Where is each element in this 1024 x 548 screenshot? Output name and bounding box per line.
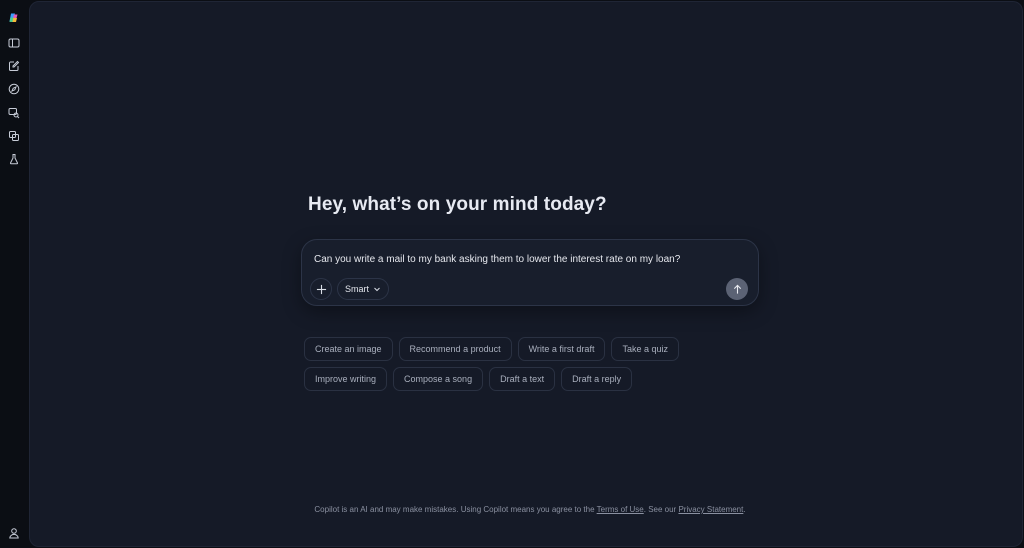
compose-icon: [9, 60, 20, 71]
new-chat-button[interactable]: [4, 56, 24, 76]
flask-icon: [9, 154, 19, 165]
toggle-sidebar-button[interactable]: [4, 33, 24, 53]
add-attachment-button[interactable]: [310, 278, 332, 300]
compass-icon: [8, 83, 20, 95]
suggestion-chip[interactable]: Recommend a product: [398, 337, 512, 361]
labs-button[interactable]: [4, 149, 24, 169]
sidebar: [0, 0, 28, 548]
terms-of-use-link[interactable]: Terms of Use: [597, 505, 644, 514]
disclaimer-text-middle: . See our: [643, 505, 679, 514]
chevron-down-icon: [374, 287, 380, 292]
suggestion-chip[interactable]: Draft a text: [489, 367, 556, 391]
mode-selector[interactable]: Smart: [337, 278, 390, 300]
copilot-logo-button[interactable]: [4, 8, 24, 28]
copilot-logo-icon: [9, 13, 18, 22]
disclaimer-footer: Copilot is an AI and may make mistakes. …: [280, 504, 780, 516]
page-title: Hey, what’s on your mind today?: [308, 194, 607, 215]
composer: Can you write a mail to my bank asking t…: [301, 239, 759, 306]
suggestion-chips: Create an image Recommend a product Writ…: [304, 337, 764, 397]
suggestion-chip[interactable]: Compose a song: [393, 367, 484, 391]
suggestion-chip[interactable]: Write a first draft: [517, 337, 606, 361]
suggestion-chip[interactable]: Draft a reply: [561, 367, 633, 391]
suggestion-row-1: Create an image Recommend a product Writ…: [304, 337, 764, 361]
user-icon: [9, 528, 19, 539]
disclaimer-text: Copilot is an AI and may make mistakes. …: [314, 505, 597, 514]
suggestion-chip[interactable]: Create an image: [304, 337, 393, 361]
suggestion-chip[interactable]: Improve writing: [304, 367, 388, 391]
suggestion-row-2: Improve writing Compose a song Draft a t…: [304, 367, 764, 391]
send-button[interactable]: [726, 278, 748, 300]
arrow-up-icon: [733, 284, 741, 294]
plus-icon: [316, 284, 326, 294]
mode-label: Smart: [345, 284, 370, 294]
profile-button[interactable]: [4, 523, 24, 543]
suggestion-chip[interactable]: Take a quiz: [611, 337, 679, 361]
sidebar-panel-icon: [8, 38, 20, 48]
chat-search-icon: [8, 108, 20, 119]
pages-button[interactable]: [4, 126, 24, 146]
search-chats-button[interactable]: [4, 103, 24, 123]
privacy-statement-link[interactable]: Privacy Statement: [678, 505, 743, 514]
main-panel: Hey, what’s on your mind today? Can you …: [29, 1, 1023, 547]
discover-button[interactable]: [4, 79, 24, 99]
disclaimer-text-end: .: [743, 505, 746, 514]
pages-icon: [9, 131, 19, 141]
message-input[interactable]: Can you write a mail to my bank asking t…: [314, 254, 680, 265]
